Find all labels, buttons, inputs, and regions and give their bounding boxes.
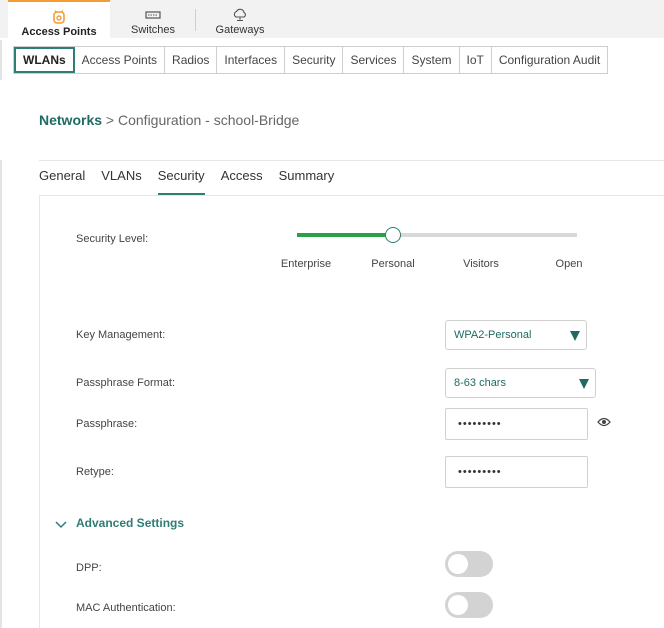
- toggle-knob: [448, 595, 468, 615]
- security-option-open[interactable]: Open: [556, 258, 583, 270]
- access-point-icon: [53, 10, 65, 24]
- security-option-personal[interactable]: Personal: [371, 258, 414, 270]
- subtab-security[interactable]: Security: [285, 47, 344, 73]
- subtab-configuration-audit[interactable]: Configuration Audit: [492, 47, 607, 73]
- tab-gateways[interactable]: Gateways: [196, 0, 284, 38]
- advanced-settings-toggle[interactable]: Advanced Settings: [54, 516, 184, 530]
- security-option-visitors[interactable]: Visitors: [463, 258, 499, 270]
- subtab-interfaces[interactable]: Interfaces: [217, 47, 286, 73]
- key-management-select[interactable]: WPA2-Personal: [445, 320, 587, 350]
- device-tabs: Access Points Switches Gateways: [0, 0, 664, 38]
- subtab-radios[interactable]: Radios: [165, 47, 218, 73]
- chevron-down-icon: [579, 379, 589, 389]
- tab-vlans[interactable]: VLANs: [101, 168, 141, 195]
- passphrase-label: Passphrase:: [76, 418, 138, 430]
- retype-label: Retype:: [76, 466, 114, 478]
- passphrase-format-label: Passphrase Format:: [76, 377, 176, 389]
- content-border: [39, 196, 40, 628]
- subtab-services[interactable]: Services: [343, 47, 405, 73]
- breadcrumb-current: Configuration - school-Bridge: [118, 112, 300, 128]
- tab-switches[interactable]: Switches: [110, 0, 196, 38]
- key-management-value: WPA2-Personal: [454, 329, 532, 341]
- security-level-slider[interactable]: [297, 227, 577, 243]
- breadcrumb-separator: >: [102, 112, 118, 128]
- tab-general[interactable]: General: [39, 168, 85, 195]
- toggle-knob: [448, 554, 468, 574]
- passphrase-format-select[interactable]: 8-63 chars: [445, 368, 596, 398]
- mac-authentication-toggle[interactable]: [445, 592, 493, 618]
- tab-access[interactable]: Access: [221, 168, 263, 195]
- eye-icon[interactable]: [597, 416, 611, 428]
- security-level-label: Security Level:: [76, 233, 149, 245]
- subtab-iot[interactable]: IoT: [460, 47, 492, 73]
- subtab-system[interactable]: System: [404, 47, 460, 73]
- breadcrumb-networks-link[interactable]: Networks: [39, 112, 102, 128]
- config-sub-tabs: WLANs Access Points Radios Interfaces Se…: [13, 46, 609, 74]
- tab-summary[interactable]: Summary: [279, 168, 335, 195]
- key-management-label: Key Management:: [76, 329, 166, 341]
- retype-input[interactable]: •••••••••: [445, 456, 588, 488]
- left-edge-bar: [0, 40, 2, 80]
- tab-switches-label: Switches: [130, 24, 176, 36]
- advanced-settings-label: Advanced Settings: [76, 516, 185, 530]
- chevron-down-icon: [570, 331, 580, 341]
- breadcrumb: Networks > Configuration - school-Bridge: [39, 112, 299, 128]
- tab-gateways-label: Gateways: [215, 24, 265, 36]
- left-edge-bar: [0, 160, 2, 628]
- subtab-access-points[interactable]: Access Points: [75, 47, 166, 73]
- dpp-toggle[interactable]: [445, 551, 493, 577]
- passphrase-input[interactable]: •••••••••: [445, 408, 588, 440]
- gateway-cloud-icon: [233, 8, 246, 21]
- divider: [39, 195, 664, 196]
- divider: [39, 160, 664, 161]
- switch-icon: [145, 11, 161, 19]
- mac-authentication-label: MAC Authentication:: [76, 602, 176, 614]
- security-option-enterprise[interactable]: Enterprise: [281, 258, 331, 270]
- slider-fill: [297, 233, 393, 237]
- dpp-label: DPP:: [76, 562, 102, 574]
- tab-access-points[interactable]: Access Points: [8, 0, 110, 38]
- tab-access-points-label: Access Points: [21, 26, 97, 38]
- passphrase-format-value: 8-63 chars: [454, 377, 506, 389]
- subtab-wlans[interactable]: WLANs: [14, 47, 75, 73]
- page-tabs: General VLANs Security Access Summary: [39, 168, 350, 195]
- tab-security[interactable]: Security: [157, 168, 205, 195]
- slider-handle[interactable]: [385, 227, 401, 243]
- chevron-down-icon: [55, 521, 67, 528]
